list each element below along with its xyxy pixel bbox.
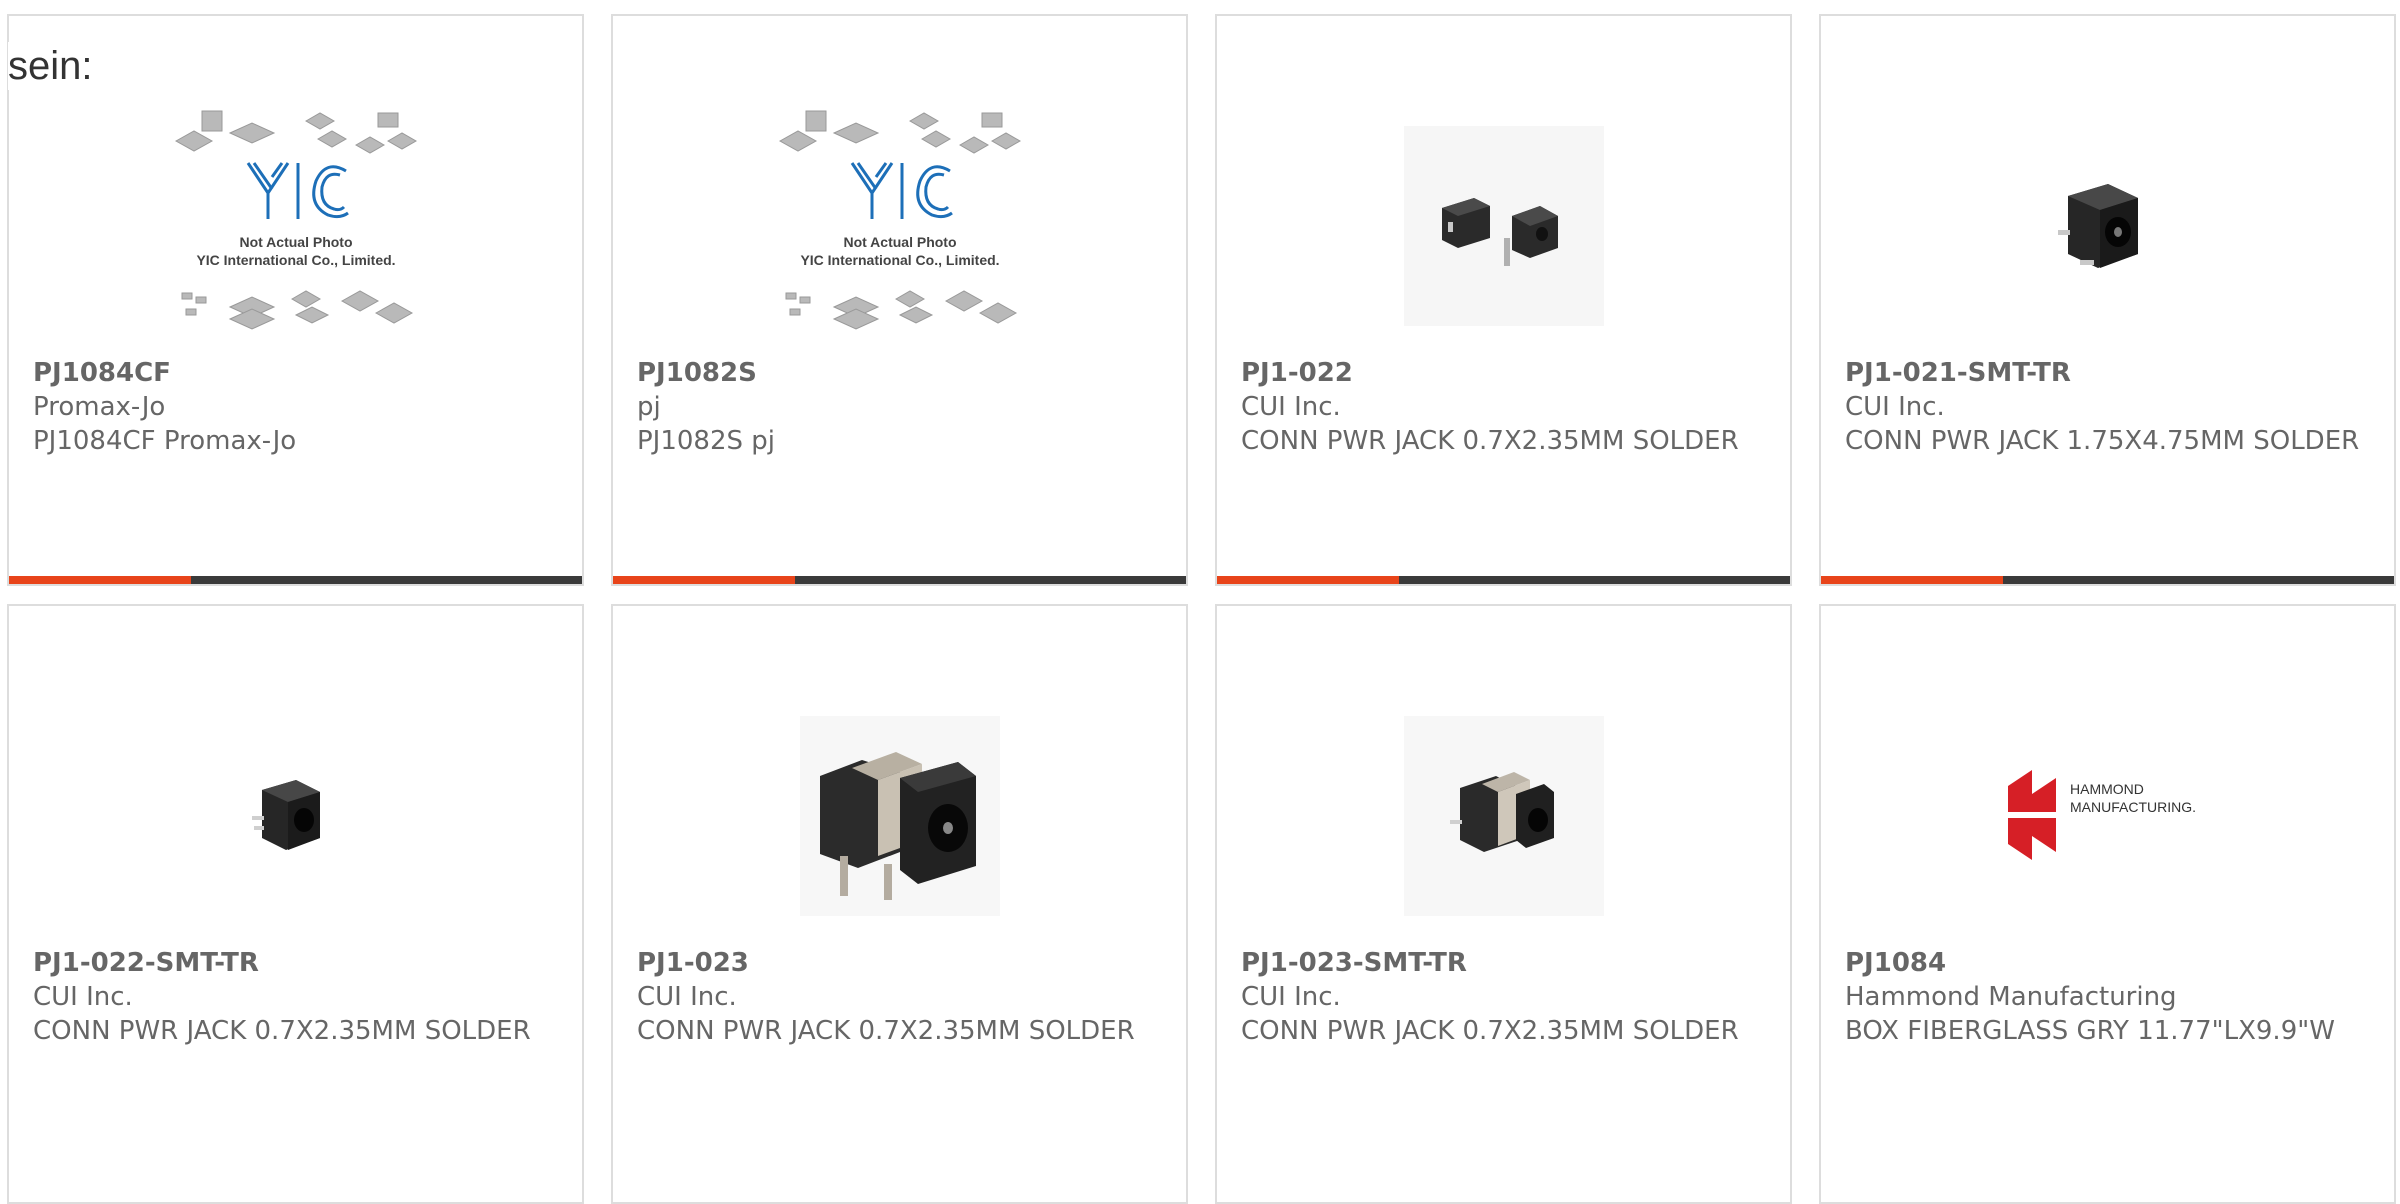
product-text: PJ1-021-SMT-TR CUI Inc. CONN PWR JACK 1.… <box>1845 356 2374 458</box>
product-card[interactable]: Not Actual Photo YIC International Co., … <box>611 14 1188 586</box>
manufacturer: pj <box>637 392 661 422</box>
product-card[interactable]: HAMMOND MANUFACTURING. PJ1084 Hammond Ma… <box>1819 604 2396 1204</box>
card-bar-accent <box>613 576 795 584</box>
product-card[interactable]: PJ1-022-SMT-TR CUI Inc. CONN PWR JACK 0.… <box>7 604 584 1204</box>
dc-jack-metal-image <box>1403 716 1604 916</box>
part-number[interactable]: PJ1-021-SMT-TR <box>1845 356 2374 390</box>
product-card[interactable]: PJ1-023-SMT-TR CUI Inc. CONN PWR JACK 0.… <box>1215 604 1792 1204</box>
product-text: PJ1084 Hammond Manufacturing BOX FIBERGL… <box>1845 946 2374 1048</box>
card-bar <box>1821 576 2394 584</box>
product-image[interactable]: Not Actual Photo YIC International Co., … <box>613 86 1186 366</box>
description: CONN PWR JACK 0.7X2.35MM SOLDER <box>1241 426 1739 456</box>
product-grid: Not Actual Photo YIC International Co., … <box>0 0 2400 1204</box>
part-number[interactable]: PJ1084 <box>1845 946 2374 980</box>
product-text: PJ1082S pj PJ1082S pj <box>637 356 1166 458</box>
description: PJ1084CF Promax-Jo <box>33 426 297 456</box>
description: PJ1082S pj <box>637 426 776 456</box>
part-number[interactable]: PJ1-023 <box>637 946 1166 980</box>
part-number[interactable]: PJ1-022-SMT-TR <box>33 946 562 980</box>
manufacturer: CUI Inc. <box>1241 982 1341 1012</box>
intro-text: sein: <box>8 42 93 90</box>
product-card[interactable]: PJ1-021-SMT-TR CUI Inc. CONN PWR JACK 1.… <box>1819 14 2396 586</box>
part-number[interactable]: PJ1082S <box>637 356 1166 390</box>
part-number[interactable]: PJ1-023-SMT-TR <box>1241 946 1770 980</box>
product-text: PJ1-023-SMT-TR CUI Inc. CONN PWR JACK 0.… <box>1241 946 1770 1048</box>
card-bar <box>9 576 582 584</box>
dc-jack-pair-image <box>1403 126 1604 326</box>
card-bar-accent <box>1217 576 1399 584</box>
product-text: PJ1-022-SMT-TR CUI Inc. CONN PWR JACK 0.… <box>33 946 562 1048</box>
manufacturer: Promax-Jo <box>33 392 166 422</box>
manufacturer: CUI Inc. <box>1845 392 1945 422</box>
product-text: PJ1-022 CUI Inc. CONN PWR JACK 0.7X2.35M… <box>1241 356 1770 458</box>
placeholder-line2: YIC International Co., Limited. <box>196 252 395 268</box>
description: CONN PWR JACK 0.7X2.35MM SOLDER <box>33 1016 531 1046</box>
product-image[interactable]: HAMMOND MANUFACTURING. <box>1821 676 2394 956</box>
dc-jack-small-image <box>195 716 396 916</box>
product-image[interactable] <box>1217 86 1790 366</box>
manufacturer: CUI Inc. <box>33 982 133 1012</box>
placeholder-line1: Not Actual Photo <box>239 234 352 250</box>
description: CONN PWR JACK 0.7X2.35MM SOLDER <box>1241 1016 1739 1046</box>
product-card[interactable]: PJ1-022 CUI Inc. CONN PWR JACK 0.7X2.35M… <box>1215 14 1792 586</box>
manufacturer: CUI Inc. <box>1241 392 1341 422</box>
manufacturer: CUI Inc. <box>637 982 737 1012</box>
placeholder-line2: YIC International Co., Limited. <box>800 252 999 268</box>
product-image[interactable] <box>9 676 582 956</box>
part-number[interactable]: PJ1084CF <box>33 356 562 390</box>
product-text: PJ1-023 CUI Inc. CONN PWR JACK 0.7X2.35M… <box>637 946 1166 1048</box>
dc-jack-smt-image <box>2007 126 2208 326</box>
description: BOX FIBERGLASS GRY 11.77"LX9.9"W <box>1845 1016 2335 1046</box>
placeholder-line1: Not Actual Photo <box>843 234 956 250</box>
card-bar <box>1217 576 1790 584</box>
dc-jack-large-image <box>799 716 1000 916</box>
product-image[interactable] <box>1217 676 1790 956</box>
product-text: PJ1084CF Promax-Jo PJ1084CF Promax-Jo <box>33 356 562 458</box>
logo-line2: MANUFACTURING. <box>2070 799 2196 815</box>
product-image[interactable]: Not Actual Photo YIC International Co., … <box>9 86 582 366</box>
product-card[interactable]: PJ1-023 CUI Inc. CONN PWR JACK 0.7X2.35M… <box>611 604 1188 1204</box>
card-bar-accent <box>1821 576 2003 584</box>
part-number[interactable]: PJ1-022 <box>1241 356 1770 390</box>
description: CONN PWR JACK 0.7X2.35MM SOLDER <box>637 1016 1135 1046</box>
yic-placeholder-image: Not Actual Photo YIC International Co., … <box>778 110 1021 330</box>
product-card[interactable]: Not Actual Photo YIC International Co., … <box>7 14 584 586</box>
product-image[interactable] <box>613 676 1186 956</box>
description: CONN PWR JACK 1.75X4.75MM SOLDER <box>1845 426 2360 456</box>
yic-placeholder-image: Not Actual Photo YIC International Co., … <box>174 110 417 330</box>
card-bar-accent <box>9 576 191 584</box>
product-image[interactable] <box>1821 86 2394 366</box>
manufacturer: Hammond Manufacturing <box>1845 982 2177 1012</box>
hammond-logo-image: HAMMOND MANUFACTURING. <box>2007 770 2196 860</box>
card-bar <box>613 576 1186 584</box>
logo-line1: HAMMOND <box>2070 781 2144 797</box>
